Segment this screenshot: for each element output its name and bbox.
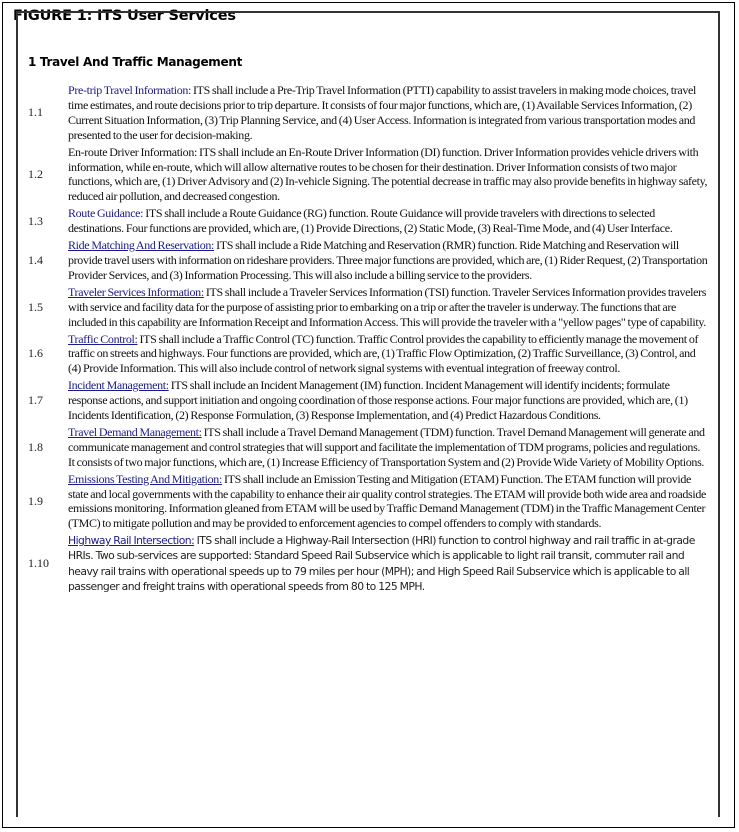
service-list: 1.1 Pre-trip Travel Information: ITS sha… — [18, 83, 718, 596]
item-link[interactable]: Pre-trip Travel Information: — [68, 83, 191, 97]
service-item: 1.9 Emissions Testing And Mitigation: IT… — [18, 472, 718, 532]
item-number: 1.4 — [28, 252, 43, 267]
item-link[interactable]: Ride Matching And Reservation: — [68, 238, 214, 252]
item-number: 1.3 — [28, 213, 43, 228]
service-item: 1.1 Pre-trip Travel Information: ITS sha… — [18, 83, 718, 143]
item-text: Ride Matching And Reservation: ITS shall… — [68, 238, 708, 283]
item-text: Highway Rail Intersection: ITS shall inc… — [68, 533, 708, 594]
item-link[interactable]: Traffic Control: — [68, 332, 138, 346]
item-link[interactable]: Route Guidance: — [68, 206, 143, 220]
item-link[interactable]: Travel Demand Management: — [68, 425, 202, 439]
item-text: Pre-trip Travel Information: ITS shall i… — [68, 83, 708, 143]
service-item: 1.8 Travel Demand Management: ITS shall … — [18, 425, 718, 470]
content-frame: 1 Travel And Traffic Management 1.1 Pre-… — [16, 11, 720, 817]
item-text: Incident Management: ITS shall include a… — [68, 378, 708, 423]
item-text: Traffic Control: ITS shall include a Tra… — [68, 332, 708, 377]
item-text: Emissions Testing And Mitigation: ITS sh… — [68, 472, 708, 532]
item-number: 1.6 — [28, 346, 43, 361]
item-number: 1.8 — [28, 439, 43, 454]
service-item: 1.3 Route Guidance: ITS shall include a … — [18, 206, 718, 236]
item-number: 1.5 — [28, 299, 43, 314]
service-item: 1.10 Highway Rail Intersection: ITS shal… — [18, 533, 718, 594]
item-link[interactable]: Highway Rail Intersection: — [68, 534, 195, 547]
item-body: ITS shall include a Traffic Control (TC)… — [68, 331, 699, 376]
item-body: ITS shall include a Route Guidance (RG) … — [68, 206, 673, 236]
item-link[interactable]: Incident Management: — [68, 378, 169, 392]
item-number: 1.1 — [28, 105, 43, 120]
item-text: Travel Demand Management: ITS shall incl… — [68, 425, 708, 470]
service-item: 1.4 Ride Matching And Reservation: ITS s… — [18, 238, 718, 283]
item-text: En-route Driver Information: ITS shall i… — [68, 145, 708, 205]
item-number: 1.10 — [28, 556, 49, 571]
service-item: 1.2 En-route Driver Information: ITS sha… — [18, 145, 718, 205]
service-item: 1.7 Incident Management: ITS shall inclu… — [18, 378, 718, 423]
service-item: 1.6 Traffic Control: ITS shall include a… — [18, 332, 718, 377]
item-body: En-route Driver Information: ITS shall i… — [68, 144, 708, 204]
item-link[interactable]: Emissions Testing And Mitigation: — [68, 472, 222, 486]
service-item: 1.5 Traveler Services Information: ITS s… — [18, 285, 718, 330]
section-title: 1 Travel And Traffic Management — [28, 55, 243, 69]
item-number: 1.9 — [28, 493, 43, 508]
item-text: Traveler Services Information: ITS shall… — [68, 285, 708, 330]
item-number: 1.7 — [28, 393, 43, 408]
item-text: Route Guidance: ITS shall include a Rout… — [68, 206, 708, 236]
page-frame: FIGURE 1: ITS User Services 1 Travel And… — [2, 2, 735, 828]
item-link[interactable]: Traveler Services Information: — [68, 285, 204, 299]
item-number: 1.2 — [28, 166, 43, 181]
